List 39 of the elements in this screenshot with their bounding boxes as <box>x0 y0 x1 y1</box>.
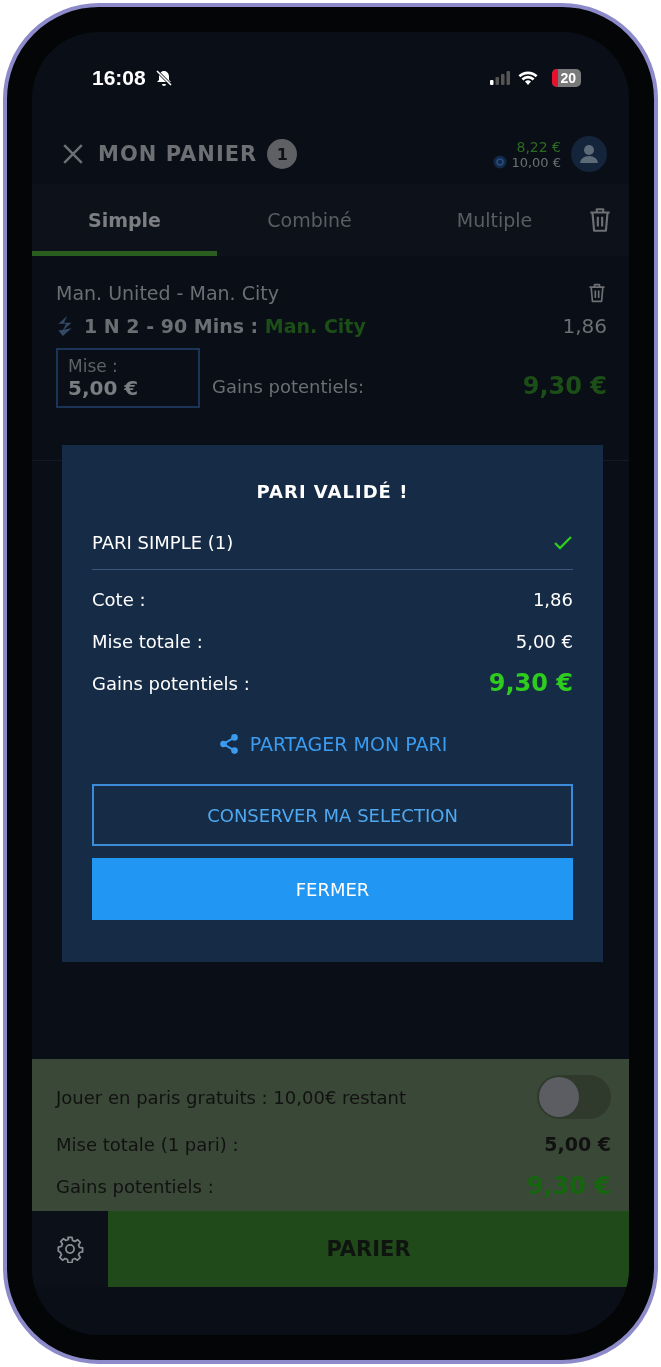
cart-count-badge: 1 <box>267 139 298 169</box>
share-link[interactable]: PARTAGER MON PARI <box>211 732 454 756</box>
match-name: Man. United - Man. City <box>56 282 279 304</box>
status-time: 16:08 <box>92 66 146 90</box>
stake-field[interactable]: Mise : 5,00 € <box>56 348 200 408</box>
trash-icon[interactable] <box>587 206 613 234</box>
gains-label: Gains potentiels: <box>212 375 365 397</box>
bet-type-tab[interactable]: Multiple <box>402 184 587 256</box>
gains-value: 9,30 € <box>522 372 607 400</box>
keep-selection-button[interactable]: CONSERVER MA SELECTION <box>92 784 573 846</box>
settings-icon[interactable] <box>56 1235 84 1263</box>
bonus-balance: 10,00 € <box>511 154 561 170</box>
detail-label: Cote : <box>92 588 146 610</box>
trash-icon[interactable] <box>587 282 607 304</box>
close-icon[interactable] <box>62 143 84 165</box>
dialog-title: PARI VALIDÉ ! <box>256 481 409 502</box>
odds-value: 1,86 <box>562 314 607 338</box>
bet-type-tab[interactable]: Combiné <box>217 184 402 256</box>
summary-value: 5,00 € <box>544 1133 611 1155</box>
cart-title: MON PANIER <box>98 142 258 166</box>
battery-indicator: 20 <box>552 69 581 87</box>
bet-type-tab[interactable]: Simple <box>32 184 217 256</box>
close-button[interactable]: FERMER <box>92 858 573 920</box>
bet-type-label: PARI SIMPLE (1) <box>92 532 234 553</box>
free-bet-toggle[interactable] <box>537 1075 611 1119</box>
user-avatar-icon[interactable] <box>571 136 607 172</box>
wifi-icon <box>518 70 539 86</box>
market-selection: 1 N 2 - 90 Mins : Man. City <box>84 315 366 337</box>
bolt-icon <box>56 315 74 337</box>
detail-value: 5,00 € <box>515 630 573 652</box>
account-balance: 8,22 € <box>516 138 561 155</box>
detail-value: 9,30 € <box>488 669 573 697</box>
coin-icon <box>493 155 508 169</box>
detail-label: Gains potentiels : <box>92 672 250 694</box>
muted-bell-icon <box>153 68 174 88</box>
signal-icon <box>490 71 511 85</box>
share-icon[interactable] <box>217 733 240 755</box>
detail-label: Mise totale : <box>92 630 203 652</box>
detail-value: 1,86 <box>532 588 573 610</box>
